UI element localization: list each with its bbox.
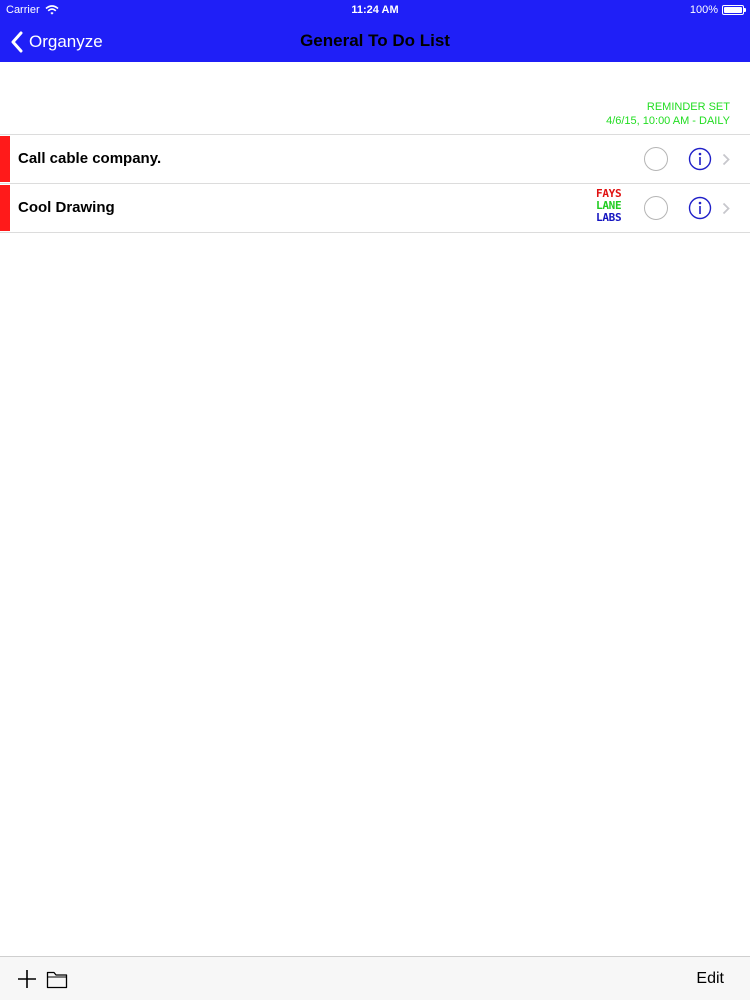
- priority-color-bar: [0, 185, 10, 231]
- reminder-label: REMINDER SET: [646, 101, 730, 113]
- plus-icon[interactable]: [16, 968, 38, 990]
- page-title: General To Do List: [300, 31, 450, 50]
- info-icon[interactable]: [688, 196, 712, 220]
- battery-status: 100%: [689, 4, 746, 16]
- battery-icon: [722, 5, 746, 15]
- reminder-status: REMINDER SET 4/6/15, 10:00 AM - DAILY: [606, 100, 730, 128]
- navigation-header: Carrier 11:24 AM 100% Organyze General T…: [0, 0, 750, 62]
- todo-list: Call cable company. Cool Drawing FAYS LA…: [0, 134, 750, 233]
- thumbnail-line: LABS: [596, 211, 622, 224]
- item-title: Cool Drawing: [18, 199, 115, 216]
- drawing-thumbnail: FAYS LANE LABS: [596, 188, 626, 224]
- bottom-toolbar: Edit: [0, 956, 750, 1000]
- complete-checkbox[interactable]: [644, 196, 668, 220]
- status-bar: Carrier 11:24 AM 100%: [0, 0, 750, 20]
- item-title: Call cable company.: [18, 150, 162, 167]
- folder-icon[interactable]: [46, 969, 68, 989]
- status-time: 11:24 AM: [351, 4, 399, 16]
- list-item[interactable]: Cool Drawing FAYS LANE LABS: [0, 184, 750, 233]
- reminder-schedule: 4/6/15, 10:00 AM - DAILY: [606, 115, 730, 127]
- battery-percent: 100%: [689, 4, 718, 16]
- priority-color-bar: [0, 136, 10, 182]
- chevron-right-icon: [722, 202, 730, 215]
- info-icon[interactable]: [688, 147, 712, 171]
- chevron-right-icon: [722, 153, 730, 166]
- complete-checkbox[interactable]: [644, 147, 668, 171]
- list-item[interactable]: Call cable company.: [0, 135, 750, 184]
- edit-button[interactable]: Edit: [696, 970, 724, 988]
